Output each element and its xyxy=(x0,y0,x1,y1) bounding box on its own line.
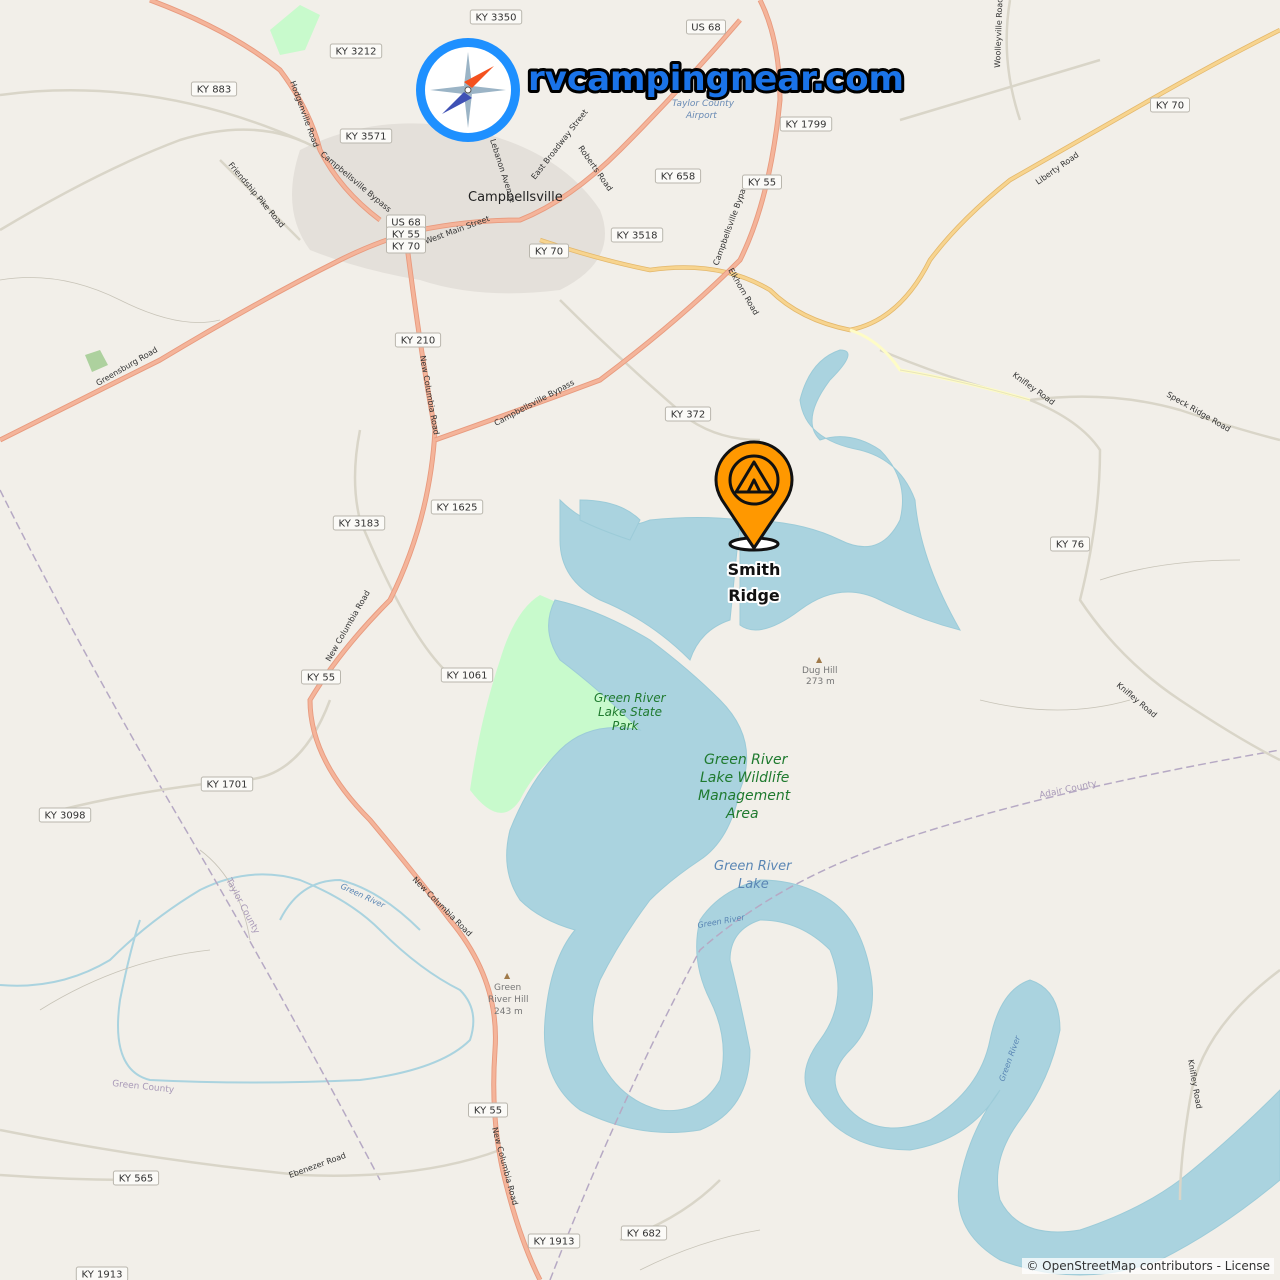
route-shield: KY 682 xyxy=(620,1225,668,1241)
route-shield-label: KY 70 xyxy=(535,247,563,258)
route-shield: KY 70 xyxy=(386,238,426,254)
route-shield-label: US 68 xyxy=(691,23,721,34)
wma-label-4: Area xyxy=(725,806,759,822)
route-shield: KY 55 xyxy=(742,174,782,190)
route-shield-label: KY 1913 xyxy=(534,1237,575,1248)
route-shield: KY 76 xyxy=(1050,536,1090,552)
route-shield: KY 1799 xyxy=(779,116,833,132)
route-shield-label: KY 1799 xyxy=(786,120,827,131)
route-shield: KY 70 xyxy=(1150,97,1190,113)
route-shield-label: KY 3518 xyxy=(617,231,658,242)
route-shield: KY 55 xyxy=(301,669,341,685)
route-shield-label: KY 1701 xyxy=(207,780,248,791)
route-shield: KY 3571 xyxy=(339,128,393,144)
grh-name-2: River Hill xyxy=(488,995,528,1005)
route-shield-label: KY 70 xyxy=(392,242,420,253)
brand-site-name[interactable]: rvcampingnear.com xyxy=(525,56,907,102)
route-shield-label: KY 3571 xyxy=(346,132,387,143)
map-attribution[interactable]: © OpenStreetMap contributors - License xyxy=(1022,1258,1274,1274)
route-shield: KY 210 xyxy=(394,332,442,348)
route-shield-label: KY 1913 xyxy=(82,1270,123,1280)
route-shield: KY 70 xyxy=(529,243,569,259)
marker-label-line1[interactable]: Smith xyxy=(726,558,783,581)
lake-label-1: Green River xyxy=(714,859,793,874)
route-shield-label: KY 210 xyxy=(401,336,436,347)
grh-name-1: Green xyxy=(494,983,521,993)
route-shield-label: KY 658 xyxy=(661,172,696,183)
route-shield: KY 372 xyxy=(664,406,712,422)
route-shield-label: KY 3350 xyxy=(476,13,517,24)
grh-elev: 243 m xyxy=(494,1007,523,1017)
route-shield-label: KY 3212 xyxy=(336,47,377,58)
state-park-label-1: Green River xyxy=(594,691,667,705)
dug-hill-elev: 273 m xyxy=(806,677,835,687)
lake-label-2: Lake xyxy=(738,877,769,892)
route-shield: KY 565 xyxy=(112,1170,160,1186)
route-shield: KY 1913 xyxy=(527,1233,581,1249)
route-shield: KY 3212 xyxy=(329,43,383,59)
route-shield-label: KY 55 xyxy=(307,673,335,684)
route-shield-label: KY 55 xyxy=(748,178,776,189)
route-shield-label: KY 883 xyxy=(197,85,232,96)
route-shield-label: KY 565 xyxy=(119,1174,154,1185)
state-park-label-3: Park xyxy=(612,719,640,733)
peak-icon: ▲ xyxy=(504,971,511,980)
map-canvas[interactable]: Campbellsville Taylor County Airport Gre… xyxy=(0,0,1280,1280)
wma-label-2: Lake Wildlife xyxy=(700,770,789,786)
state-park-label-2: Lake State xyxy=(598,705,662,719)
route-shield-label: KY 1625 xyxy=(437,503,478,514)
route-shield-label: KY 1061 xyxy=(447,671,488,682)
route-shield: KY 3518 xyxy=(610,227,664,243)
route-shield-label: KY 55 xyxy=(474,1106,502,1117)
airport-label-1: Taylor County xyxy=(672,99,735,109)
route-shield: KY 1625 xyxy=(430,499,484,515)
route-shield: KY 3350 xyxy=(469,9,523,25)
route-shield-label: KY 76 xyxy=(1056,540,1084,551)
route-shield: KY 55 xyxy=(468,1102,508,1118)
route-shield-label: KY 70 xyxy=(1156,101,1184,112)
wma-label-1: Green River xyxy=(704,752,789,768)
dug-hill-name: Dug Hill xyxy=(802,666,837,676)
marker-label-line2[interactable]: Ridge xyxy=(726,584,782,607)
airport-label-2: Airport xyxy=(685,111,717,121)
route-shield: KY 1913 xyxy=(75,1266,129,1280)
route-shield-label: KY 3183 xyxy=(339,519,380,530)
route-shield: KY 883 xyxy=(190,81,238,97)
route-shield: KY 3183 xyxy=(332,515,386,531)
route-shield: KY 658 xyxy=(654,168,702,184)
route-shield-label: KY 3098 xyxy=(45,811,86,822)
peak-icon: ▲ xyxy=(816,655,823,664)
wma-label-3: Management xyxy=(698,788,791,804)
route-shield: KY 1701 xyxy=(200,776,254,792)
route-shield-label: KY 372 xyxy=(671,410,706,421)
route-shield: KY 1061 xyxy=(440,667,494,683)
route-shield: KY 3098 xyxy=(38,807,92,823)
route-shield-label: KY 682 xyxy=(627,1229,662,1240)
route-shield: US 68 xyxy=(686,19,726,35)
